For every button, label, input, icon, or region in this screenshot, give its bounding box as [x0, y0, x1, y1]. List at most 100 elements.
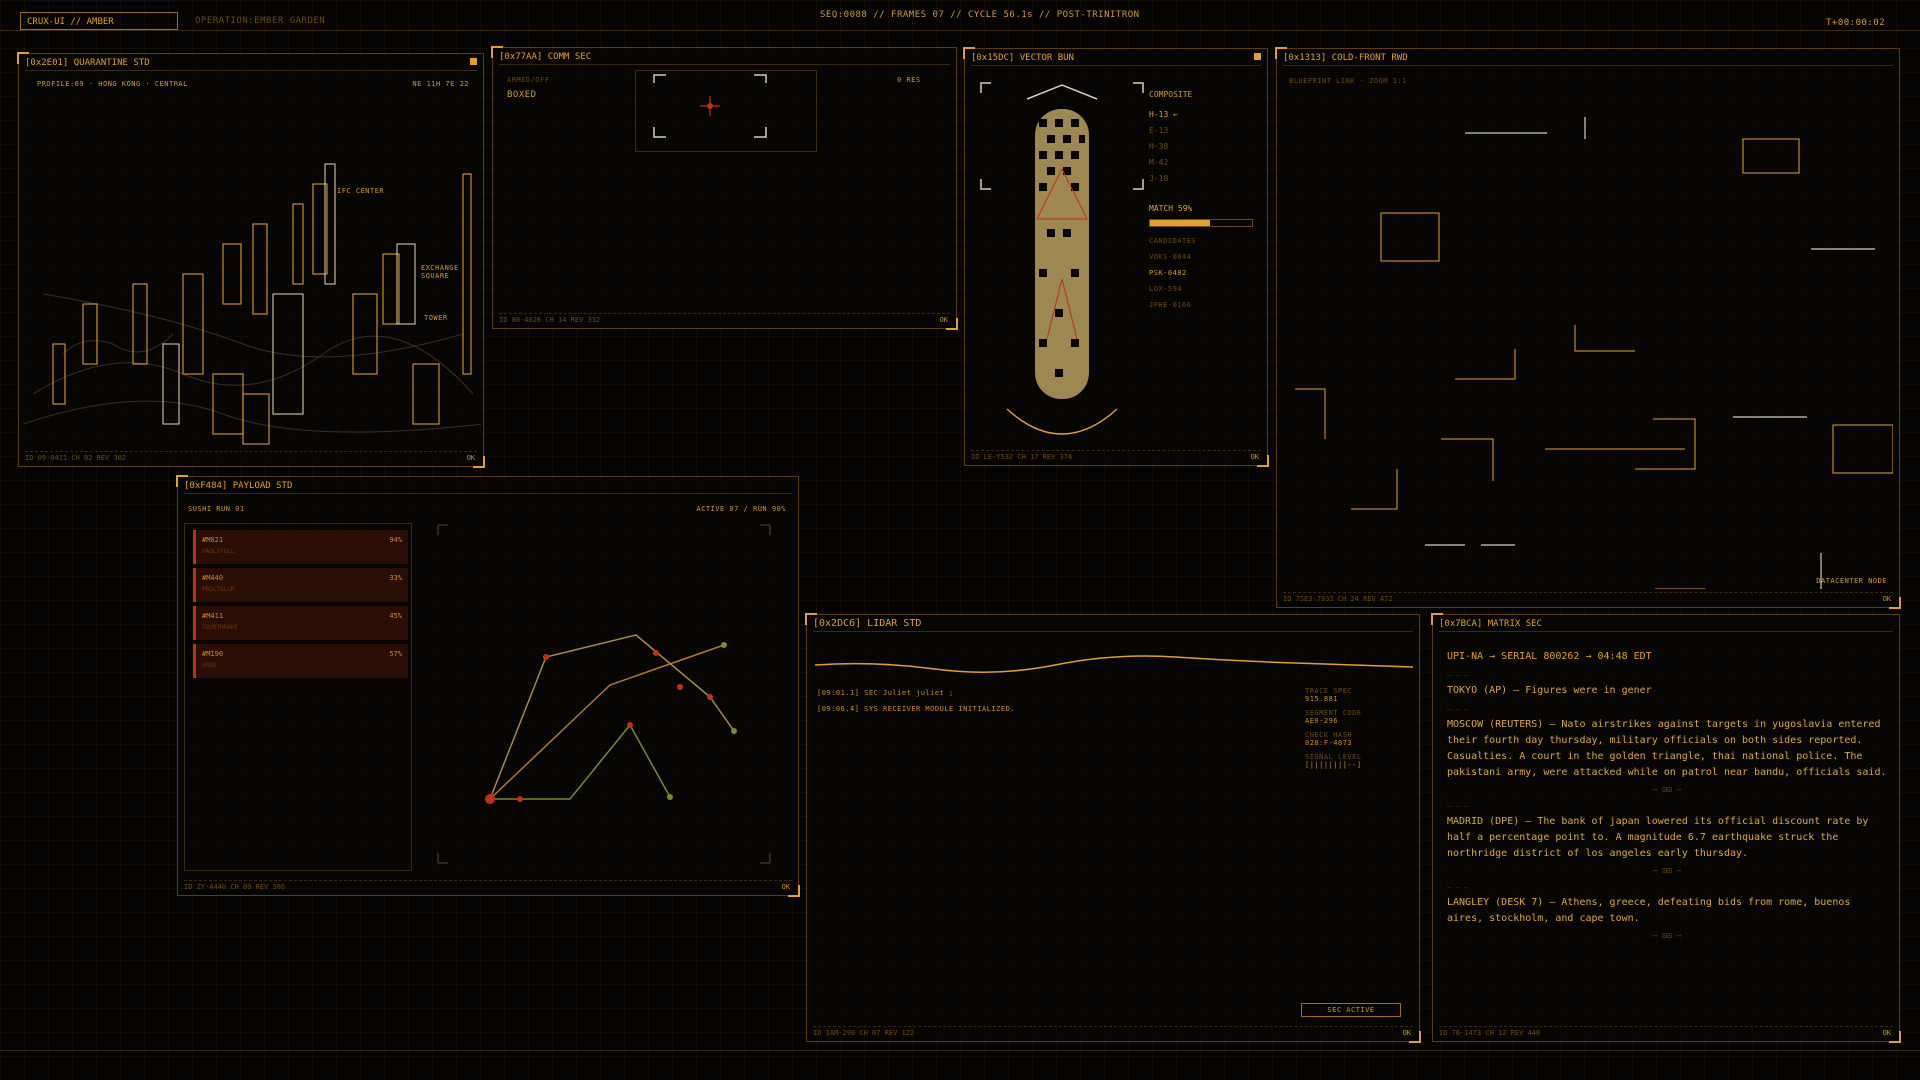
row-value: 33% [389, 574, 402, 582]
bottom-divider [0, 1050, 1920, 1051]
panel-close-icon[interactable] [470, 58, 477, 65]
ok-indicator: OK [1402, 1029, 1411, 1037]
payload-row[interactable]: #M190 57% SMAE [193, 644, 408, 678]
candidate-item[interactable]: JPHE-0166 [1149, 297, 1196, 313]
candidate-item[interactable]: VOKS-0844 [1149, 249, 1196, 265]
news-feed: UPI-NA → SERIAL 800262 → 04:48 EDT — — —… [1447, 649, 1887, 948]
ok-indicator: OK [1882, 1029, 1891, 1037]
payload-row[interactable]: #M021 94% HAOLIFULL [193, 530, 408, 564]
sample-list: H-13 ← E-13 H-38 M-42 J-18 [1149, 107, 1178, 187]
footer-id: ID 7SE3-7933 CH 24 REV 472 [1283, 595, 1393, 603]
row-value: 57% [389, 650, 402, 658]
match-progress-bar [1149, 219, 1253, 227]
target-viewport[interactable] [635, 70, 817, 152]
row-id: #M411 [202, 612, 224, 620]
boxed-label: BOXED [507, 90, 537, 100]
feed-separator: — ⊡⊡ — [1652, 785, 1682, 794]
ok-indicator: OK [466, 454, 475, 462]
city-wireframe-map[interactable] [23, 94, 481, 450]
footer-id: ID 80-4026 CH 14 REV 332 [499, 316, 601, 324]
active-label: ACTIVE 07 / RUN 90% [696, 505, 786, 513]
coords-label: NE 11H 7E 22 [412, 80, 469, 88]
row-id: #M440 [202, 574, 224, 582]
map-label: EXCHANGE SQUARE [421, 264, 459, 280]
meta-label: TRACE SPEC [1305, 687, 1353, 695]
cold-front-panel[interactable]: [0x1313] COLD-FRONT RWD BLUEPRINT LINK ·… [1275, 47, 1901, 609]
panel-footer: ID 09-0411 CH 02 REV 302 OK [25, 451, 477, 464]
meta-label: SIGNAL LEVEL [1305, 753, 1362, 761]
row-id: #M190 [202, 650, 224, 658]
sample-item[interactable]: M-42 [1149, 155, 1178, 171]
vector-bun-panel[interactable]: [0x15DC] VECTOR BUN COMPOSITE H-13 ← E-1… [963, 47, 1269, 467]
operation-label: OPERATION:EMBER GARDEN [195, 16, 326, 26]
ok-indicator: OK [781, 883, 790, 891]
news-entry[interactable]: TOKYO (AP) — Figures were in gener [1447, 683, 1887, 699]
panel-footer: ID 76-1473 CH 12 REV 448 OK [1439, 1026, 1893, 1039]
meta-value: AE9-296 [1305, 717, 1339, 725]
panel-title: [0x77AA] COMM SEC [499, 50, 950, 65]
row-sub: SOUNTHRAKE [202, 624, 239, 631]
matrix-sec-panel[interactable]: [0x7BCA] MATRIX SEC UPI-NA → SERIAL 8002… [1431, 613, 1901, 1043]
panel-title: [0x1313] COLD-FRONT RWD [1283, 51, 1893, 66]
match-progress-fill [1150, 220, 1211, 226]
panel-title: [0xF484] PAYLOAD STD [184, 479, 792, 494]
feed-divider: — — — [1447, 883, 1469, 891]
feed-separator: — ⊡⊡ — [1652, 931, 1682, 940]
route-graph[interactable] [434, 521, 774, 867]
news-entry[interactable]: MADRID (DPE) — The bank of japan lowered… [1447, 814, 1887, 862]
log-line: [09:06.4] SYS RECEIVER MODULE INITIALIZE… [817, 705, 1016, 713]
feed-separator: — ⊡⊡ — [1652, 866, 1682, 875]
meta-label: CHECK HASH [1305, 731, 1353, 739]
candidate-item[interactable]: PSK-0482 [1149, 265, 1196, 281]
feed-divider: — — — [1447, 671, 1469, 679]
news-entry[interactable]: LANGLEY (DESK 7) — Athens, greece, defea… [1447, 895, 1887, 927]
blueprint-subtitle: BLUEPRINT LINK · ZOOM 1:1 [1289, 77, 1407, 85]
meta-value: 028:F-4873 [1305, 739, 1353, 747]
candidates-header: CANDIDATES [1149, 237, 1197, 245]
panel-footer: ID LE-Y532 CH 17 REV 374 OK [971, 450, 1261, 463]
feed-header: UPI-NA → SERIAL 800262 → 04:48 EDT [1447, 651, 1652, 662]
sec-active-button[interactable]: SEC ACTIVE [1301, 1003, 1401, 1017]
footer-id: ID 76-1473 CH 12 REV 448 [1439, 1029, 1541, 1037]
armed-label: ARMED/OFF [507, 76, 550, 84]
sample-item[interactable]: H-13 ← [1149, 107, 1178, 123]
quarantine-panel[interactable]: [0x2E01] QUARANTINE STD PROFILE:69 · HON… [17, 52, 485, 468]
footer-id: ID LE-Y532 CH 17 REV 374 [971, 453, 1073, 461]
panel-title: [0x2DC6] LIDAR STD [813, 617, 1413, 632]
lidar-meta: TRACE SPEC 915.881 SEGMENT CODE AE9-296 … [1305, 687, 1362, 769]
top-status-bar: CRUX-UI // AMBER OPERATION:EMBER GARDEN … [0, 6, 1920, 34]
map-label: IFC CENTER [337, 187, 385, 195]
app-brand[interactable]: CRUX-UI // AMBER [20, 12, 178, 30]
tick-counter: T+00:00:02 [1826, 18, 1886, 28]
lidar-panel[interactable]: [0x2DC6] LIDAR STD [09:01.1] SEC Juliet … [805, 613, 1421, 1043]
crosshair-icon [653, 74, 767, 138]
comm-sec-panel[interactable]: [0x77AA] COMM SEC ARMED/OFF BOXED 0 RES … [491, 46, 958, 330]
panel-footer: ID 1AM-290 CH 07 REV 122 OK [813, 1026, 1413, 1039]
panel-footer: ID ZY-4440 CH 09 REV 386 OK [184, 880, 792, 893]
candidate-list: CANDIDATES VOKS-0844 PSK-0482 LOX-594 JP… [1149, 233, 1196, 313]
payload-panel[interactable]: [0xF484] PAYLOAD STD SUSHI RUN 01 ACTIVE… [176, 475, 800, 897]
sample-item[interactable]: E-13 [1149, 123, 1178, 139]
panel-title: [0x2E01] QUARANTINE STD [25, 56, 477, 71]
biometric-scan[interactable] [977, 79, 1147, 449]
blueprint-map[interactable] [1285, 89, 1893, 589]
row-sub: PROCTOLUM [202, 586, 235, 593]
payload-row[interactable]: #M411 45% SOUNTHRAKE [193, 606, 408, 640]
map-label: TOWER [424, 314, 448, 322]
log-output: [09:01.1] SEC Juliet juliet ; [09:06.4] … [817, 685, 1015, 717]
payload-row[interactable]: #M440 33% PROCTOLUM [193, 568, 408, 602]
row-sub: HAOLIFULL [202, 548, 235, 555]
match-label: MATCH 59% [1149, 204, 1193, 213]
feed-divider: — — — [1447, 705, 1469, 713]
candidate-item[interactable]: LOX-594 [1149, 281, 1196, 297]
sample-item[interactable]: H-38 [1149, 139, 1178, 155]
payload-list: #M021 94% HAOLIFULL #M440 33% PROCTOLUM … [184, 523, 412, 871]
panel-title: [0x7BCA] MATRIX SEC [1439, 617, 1893, 632]
sample-item[interactable]: J-18 [1149, 171, 1178, 187]
system-status-text: SEQ:0088 // FRAMES 07 // CYCLE 56.1s // … [820, 10, 1140, 20]
row-value: 45% [389, 612, 402, 620]
news-entry[interactable]: MOSCOW (REUTERS) — Nato airstrikes again… [1447, 717, 1887, 781]
log-line: [09:01.1] SEC Juliet juliet ; [817, 689, 954, 697]
panel-close-icon[interactable] [1254, 53, 1261, 60]
location-label: PROFILE:69 · HONG KONG · CENTRAL [37, 80, 188, 88]
